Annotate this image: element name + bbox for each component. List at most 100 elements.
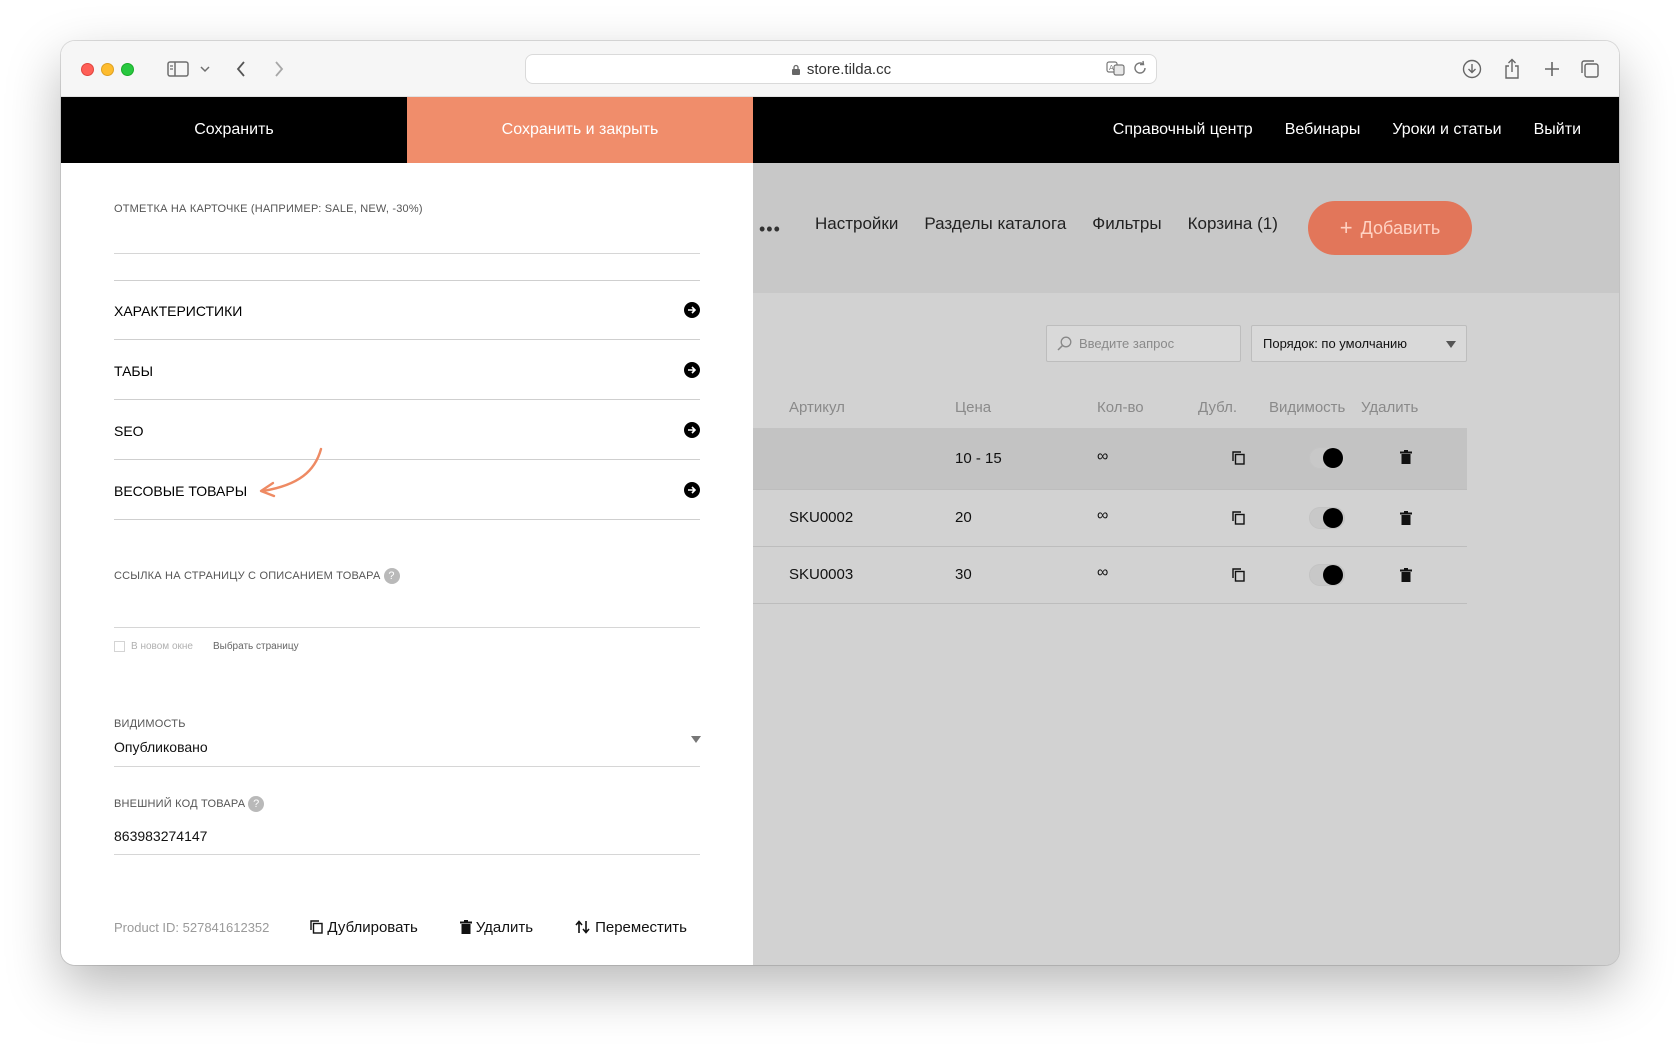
reload-icon[interactable]	[1132, 60, 1148, 81]
sort-label: Порядок: по умолчанию	[1263, 336, 1408, 351]
delete-button[interactable]: Удалить	[459, 919, 533, 936]
toggle-knob	[1323, 508, 1343, 528]
duplicate-icon[interactable]	[1232, 511, 1245, 525]
chevron-down-icon[interactable]	[199, 57, 211, 81]
row-sku[interactable]: SKU0003	[789, 566, 853, 583]
row-price[interactable]: 30	[955, 566, 972, 583]
minimize-window-button[interactable]	[101, 63, 114, 76]
address-bar[interactable]: store.tilda.cc A	[525, 54, 1157, 84]
maximize-window-button[interactable]	[121, 63, 134, 76]
help-center-link[interactable]: Справочный центр	[1113, 121, 1253, 139]
table-row[interactable]: SKU0002 20 ∞	[753, 490, 1467, 547]
search-input[interactable]: Введите запрос	[1046, 325, 1241, 362]
search-icon	[1057, 336, 1072, 351]
add-label: Добавить	[1360, 217, 1441, 238]
link-options: В новом окне Выбрать страницу	[114, 641, 299, 652]
sort-select[interactable]: Порядок: по умолчанию	[1251, 325, 1467, 362]
duplicate-icon	[310, 920, 324, 934]
duplicate-icon[interactable]	[1232, 568, 1245, 582]
dropdown-arrow-icon[interactable]	[691, 736, 701, 743]
arrow-right-circle-icon	[684, 362, 700, 378]
save-and-close-button[interactable]: Сохранить и закрыть	[407, 97, 753, 163]
product-id: Product ID: 527841612352	[114, 919, 270, 935]
duplicate-icon[interactable]	[1232, 451, 1245, 465]
column-header-delete: Удалить	[1361, 399, 1419, 416]
trash-icon[interactable]	[1400, 511, 1412, 525]
choose-page-link[interactable]: Выбрать страницу	[213, 641, 299, 652]
tab-filters[interactable]: Фильтры	[1092, 214, 1161, 234]
visibility-underline	[114, 766, 700, 767]
tab-overview-icon[interactable]	[1579, 57, 1601, 81]
section-tabs[interactable]: ТАБЫ	[114, 340, 700, 400]
link-label-text: ССЫЛКА НА СТРАНИЦУ С ОПИСАНИЕМ ТОВАРА	[114, 569, 381, 582]
help-icon[interactable]: ?	[383, 568, 400, 584]
editor-top-bar: Сохранить Сохранить и закрыть Справочный…	[61, 97, 1619, 163]
column-header-sku[interactable]: Артикул	[789, 399, 845, 416]
table-row[interactable]: 10 - 15 ∞	[753, 428, 1467, 490]
download-icon[interactable]	[1461, 57, 1483, 81]
external-code-label-text: ВНЕШНИЙ КОД ТОВАРА	[114, 797, 246, 810]
visibility-select[interactable]: Опубликовано	[114, 739, 208, 755]
catalog-menu: ••• Настройки Разделы каталога Фильтры К…	[753, 163, 1619, 293]
lessons-link[interactable]: Уроки и статьи	[1392, 121, 1501, 139]
new-window-checkbox[interactable]	[114, 641, 125, 652]
new-window-label: В новом окне	[131, 641, 193, 652]
trash-icon[interactable]	[1400, 568, 1412, 582]
column-header-price[interactable]: Цена	[955, 399, 991, 416]
svg-text:A: A	[1109, 64, 1114, 72]
sidebar-icon[interactable]	[167, 57, 189, 81]
column-header-visibility: Видимость	[1269, 399, 1346, 416]
section-seo[interactable]: SEO	[114, 400, 700, 460]
column-header-quantity[interactable]: Кол-во	[1097, 399, 1144, 416]
row-price[interactable]: 20	[955, 509, 972, 526]
dropdown-arrow-icon	[1446, 341, 1456, 348]
new-tab-icon[interactable]	[1541, 57, 1563, 81]
search-placeholder: Введите запрос	[1079, 336, 1175, 351]
tab-cart[interactable]: Корзина (1)	[1188, 214, 1278, 234]
webinars-link[interactable]: Вебинары	[1285, 121, 1361, 139]
translate-icon[interactable]: A	[1106, 60, 1126, 81]
help-icon[interactable]: ?	[248, 796, 265, 812]
row-quantity[interactable]: ∞	[1097, 507, 1108, 525]
visibility-toggle[interactable]	[1309, 507, 1345, 529]
add-product-button[interactable]: + Добавить	[1308, 201, 1472, 255]
toggle-knob	[1323, 565, 1343, 585]
share-icon[interactable]	[1501, 57, 1523, 81]
section-title: ХАРАКТЕРИСТИКИ	[114, 303, 243, 319]
duplicate-button[interactable]: Дублировать	[310, 919, 418, 936]
row-quantity[interactable]: ∞	[1097, 564, 1108, 582]
section-title: SEO	[114, 423, 144, 439]
trash-icon[interactable]	[1400, 450, 1412, 464]
column-header-duplicate: Дубл.	[1198, 399, 1237, 416]
external-code-label: ВНЕШНИЙ КОД ТОВАРА?	[114, 796, 265, 812]
save-button[interactable]: Сохранить	[61, 97, 407, 163]
product-editor-panel: ОТМЕТКА НА КАРТОЧКЕ (НАПРИМЕР: SALE, NEW…	[61, 163, 753, 965]
section-characteristics[interactable]: ХАРАКТЕРИСТИКИ	[114, 280, 700, 340]
back-icon[interactable]	[233, 57, 249, 81]
move-label: Переместить	[595, 918, 687, 936]
title-bar: store.tilda.cc A	[61, 41, 1619, 97]
close-window-button[interactable]	[81, 63, 94, 76]
row-quantity[interactable]: ∞	[1097, 448, 1108, 466]
plus-icon: +	[1339, 215, 1353, 240]
row-price[interactable]: 10 - 15	[955, 450, 1002, 467]
move-button[interactable]: Переместить	[575, 919, 687, 936]
logout-link[interactable]: Выйти	[1534, 121, 1581, 139]
arrow-right-circle-icon	[684, 422, 700, 438]
external-code-underline	[114, 854, 700, 855]
table-row[interactable]: SKU0003 30 ∞	[753, 547, 1467, 604]
visibility-toggle[interactable]	[1309, 447, 1345, 469]
link-input-underline	[114, 627, 700, 628]
move-icon	[575, 920, 590, 934]
forward-icon[interactable]	[271, 57, 287, 81]
row-sku[interactable]: SKU0002	[789, 509, 853, 526]
tab-settings[interactable]: Настройки	[815, 214, 898, 234]
external-code-input[interactable]: 863983274147	[114, 828, 207, 844]
visibility-toggle[interactable]	[1309, 564, 1345, 586]
browser-window: store.tilda.cc A Сохранить Сохранить и з…	[61, 41, 1619, 965]
more-icon[interactable]: •••	[759, 219, 781, 240]
catalog-panel: ••• Настройки Разделы каталога Фильтры К…	[753, 163, 1619, 965]
tab-catalog-sections[interactable]: Разделы каталога	[924, 214, 1066, 234]
mark-label: ОТМЕТКА НА КАРТОЧКЕ (НАПРИМЕР: SALE, NEW…	[114, 203, 423, 215]
section-weight-goods[interactable]: ВЕСОВЫЕ ТОВАРЫ	[114, 460, 700, 520]
